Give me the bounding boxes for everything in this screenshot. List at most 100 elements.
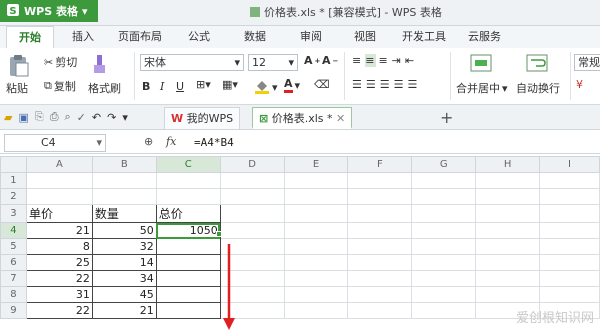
tab-page-layout[interactable]: 页面布局 — [118, 26, 162, 48]
open-folder-icon[interactable]: ▰ — [4, 111, 16, 124]
app-menu-button[interactable]: S WPS 表格 ▾ — [0, 0, 98, 22]
cell[interactable] — [411, 254, 477, 271]
row-header[interactable]: 3 — [0, 204, 27, 223]
column-header[interactable]: B — [91, 156, 157, 173]
tab-view[interactable]: 视图 — [354, 26, 376, 48]
underline-button[interactable]: U — [176, 80, 184, 93]
tab-cloud[interactable]: 云服务 — [468, 26, 501, 48]
cell[interactable]: 25 — [25, 254, 93, 271]
select-all-corner[interactable] — [0, 156, 27, 173]
column-header[interactable]: G — [411, 156, 477, 173]
cell[interactable]: 数量 — [91, 204, 157, 223]
merge-cells-button[interactable]: ▦▾ — [222, 78, 238, 91]
font-size-select[interactable]: 12 ▾ — [248, 54, 298, 71]
cell[interactable] — [283, 204, 349, 223]
cell[interactable] — [91, 188, 157, 205]
increase-font-button[interactable]: A + — [304, 54, 320, 67]
cell[interactable] — [411, 188, 477, 205]
cell[interactable] — [347, 204, 413, 223]
italic-button[interactable]: I — [160, 80, 164, 93]
tab-formulas[interactable]: 公式 — [188, 26, 210, 48]
format-painter-button[interactable] — [90, 54, 108, 77]
column-header[interactable]: H — [475, 156, 541, 173]
row-header[interactable]: 1 — [0, 172, 27, 189]
paste-button[interactable] — [8, 54, 30, 81]
cell[interactable] — [347, 286, 413, 303]
number-format-select[interactable]: 常规 — [574, 54, 600, 71]
cell[interactable]: 22 — [25, 270, 93, 287]
cell[interactable] — [283, 222, 349, 239]
tab-developer[interactable]: 开发工具 — [402, 26, 446, 48]
cell[interactable] — [91, 172, 157, 189]
row-header[interactable]: 6 — [0, 254, 27, 271]
cell[interactable] — [283, 238, 349, 255]
cell[interactable] — [539, 188, 600, 205]
doc-tab-my-wps[interactable]: W 我的WPS — [164, 107, 241, 129]
cell[interactable] — [347, 172, 413, 189]
font-name-select[interactable]: 宋体 ▾ — [140, 54, 244, 71]
cell[interactable] — [411, 222, 477, 239]
cell[interactable]: 50 — [91, 222, 157, 239]
new-tab-button[interactable]: + — [440, 108, 453, 127]
cell[interactable] — [539, 254, 600, 271]
spellcheck-icon[interactable]: ✓ — [77, 111, 90, 124]
cell[interactable] — [155, 254, 221, 271]
cell[interactable] — [475, 188, 541, 205]
wrap-text-button[interactable] — [526, 52, 548, 77]
row-header[interactable]: 9 — [0, 302, 27, 319]
column-header[interactable]: C — [155, 156, 221, 173]
cell[interactable] — [283, 302, 349, 319]
cell[interactable] — [347, 222, 413, 239]
cell[interactable]: 22 — [25, 302, 93, 319]
cell[interactable] — [539, 238, 600, 255]
vertical-align-buttons[interactable]: ≡ ≡ ≡ ⇥ ⇤ — [352, 54, 416, 67]
column-header[interactable]: I — [539, 156, 600, 173]
export-icon[interactable]: ⎘ — [35, 110, 48, 124]
cell[interactable] — [25, 188, 93, 205]
cell[interactable] — [475, 254, 541, 271]
cell[interactable] — [155, 238, 221, 255]
redo-icon[interactable]: ↷ — [107, 111, 120, 124]
border-button[interactable]: ⊞▾ — [196, 78, 211, 91]
cell[interactable] — [155, 286, 221, 303]
cell[interactable] — [283, 286, 349, 303]
cell[interactable]: 14 — [91, 254, 157, 271]
tab-start[interactable]: 开始 — [6, 26, 54, 48]
row-header[interactable]: 2 — [0, 188, 27, 205]
cell[interactable]: 总价 — [155, 204, 221, 223]
undo-icon[interactable]: ↶ — [92, 111, 105, 124]
font-color-button[interactable]: A ▾ — [284, 78, 300, 93]
cell[interactable] — [539, 204, 600, 223]
row-header[interactable]: 5 — [0, 238, 27, 255]
tab-insert[interactable]: 插入 — [72, 26, 94, 48]
cell[interactable]: 31 — [25, 286, 93, 303]
cell[interactable] — [539, 172, 600, 189]
cell[interactable] — [475, 286, 541, 303]
cell[interactable] — [475, 270, 541, 287]
fill-handle[interactable] — [216, 231, 222, 237]
cell[interactable] — [539, 222, 600, 239]
clear-format-button[interactable]: ⌫ — [314, 78, 330, 91]
cell[interactable] — [411, 238, 477, 255]
column-header[interactable]: E — [283, 156, 349, 173]
cell[interactable] — [475, 238, 541, 255]
preview-icon[interactable]: ⌕ — [65, 110, 75, 124]
save-icon[interactable]: ▣ — [18, 111, 32, 124]
cell[interactable] — [411, 302, 477, 319]
currency-button[interactable]: ¥ — [576, 78, 583, 91]
doc-tab-price-sheet[interactable]: ⊠ 价格表.xls * ✕ — [252, 107, 353, 129]
cell[interactable] — [411, 270, 477, 287]
horizontal-align-buttons[interactable]: ☰ ☰ ☰ ☰ ☰ — [352, 78, 419, 91]
cell[interactable]: 32 — [91, 238, 157, 255]
fill-color-button[interactable]: ▾ — [254, 78, 278, 97]
cell[interactable] — [283, 172, 349, 189]
row-header[interactable]: 8 — [0, 286, 27, 303]
cell[interactable] — [155, 172, 221, 189]
formula-input[interactable]: =A4*B4 — [194, 134, 234, 152]
cell[interactable] — [411, 172, 477, 189]
cell[interactable] — [475, 172, 541, 189]
zoom-icon[interactable]: ⊕ — [144, 135, 153, 148]
cell[interactable] — [283, 254, 349, 271]
cell[interactable]: 单价 — [25, 204, 93, 223]
cell[interactable] — [219, 172, 285, 189]
